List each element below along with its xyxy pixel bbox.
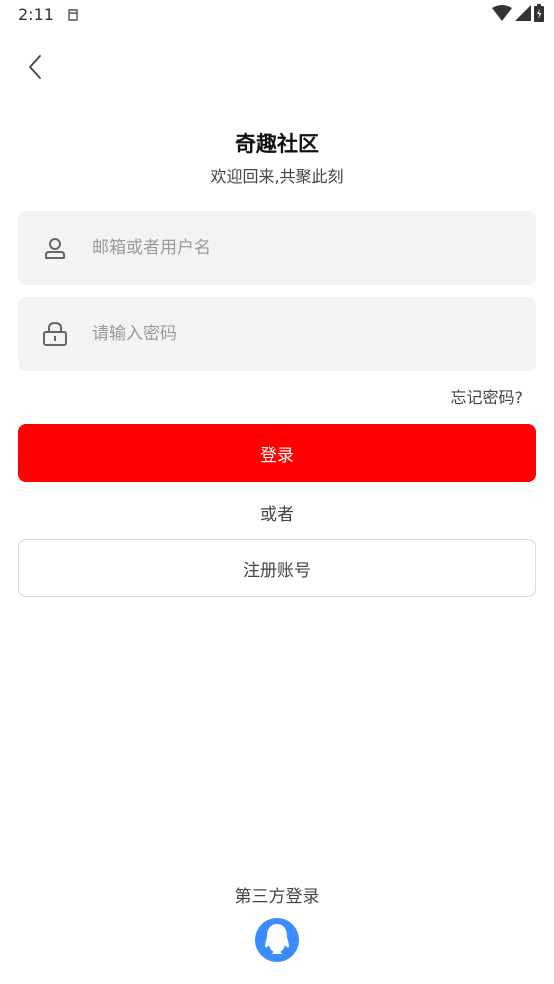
password-field[interactable] [18, 297, 536, 371]
username-input[interactable] [92, 211, 522, 285]
qq-icon [262, 921, 292, 959]
login-screen: 2:11 奇趣社区 欢迎回来,共聚此刻 邮箱或者用户名 忘记密码? 登录 或者 … [0, 0, 554, 984]
status-bar: 2:11 [0, 0, 554, 30]
forgot-password-link[interactable]: 忘记密码? [451, 384, 524, 408]
notification-icon [66, 7, 80, 21]
back-button[interactable] [20, 54, 50, 84]
app-title: 奇趣社区 [235, 132, 319, 156]
or-divider-text: 或者 [260, 505, 294, 525]
wifi-icon [492, 5, 512, 25]
third-party-login-label: 第三方登录 [234, 887, 320, 907]
battery-icon [534, 4, 544, 26]
qq-login-button[interactable] [255, 918, 299, 962]
chevron-left-icon [27, 54, 43, 84]
password-input[interactable] [92, 297, 522, 371]
lock-icon [42, 321, 68, 347]
register-button[interactable]: 注册账号 [18, 539, 536, 597]
user-icon [42, 235, 68, 261]
username-field[interactable] [18, 211, 536, 285]
status-icons [492, 4, 544, 26]
login-button[interactable]: 登录 [18, 424, 536, 482]
app-subtitle: 欢迎回来,共聚此刻 [210, 167, 344, 186]
status-time: 2:11 [18, 5, 54, 24]
signal-icon [515, 5, 531, 25]
